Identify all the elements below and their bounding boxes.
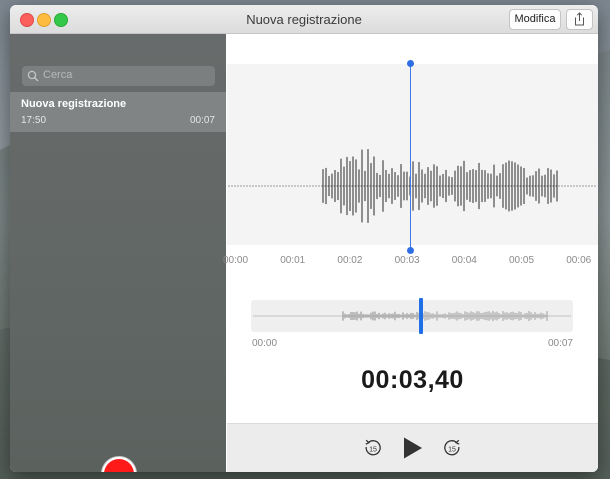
- search-field[interactable]: Cerca: [22, 66, 215, 86]
- search-icon: [27, 70, 39, 82]
- overview-playhead[interactable]: [419, 298, 423, 334]
- overview-waveform[interactable]: [251, 298, 573, 334]
- timeline-tick-label: 00:01: [280, 255, 306, 266]
- share-icon: [575, 12, 584, 26]
- edit-button[interactable]: Modifica: [509, 9, 561, 30]
- skip-forward-15-button[interactable]: 15: [442, 438, 462, 463]
- timeline-tick-label: 00:00: [223, 255, 249, 266]
- play-button[interactable]: [403, 437, 423, 464]
- playhead-handle-bottom[interactable]: [407, 247, 414, 254]
- recording-detail-panel: 00:00 00:01 00:02 00:03 00:04 00:05 00:06 00:0…: [223, 34, 598, 472]
- skip-forward-icon: 15: [444, 439, 460, 456]
- recording-list-item[interactable]: Nuova registrazione 17:50 00:07: [10, 92, 226, 132]
- current-time-display: 00:03,40: [361, 366, 464, 394]
- playhead-handle-top[interactable]: [407, 60, 414, 67]
- record-button[interactable]: [101, 456, 137, 472]
- waveform-graphic: [228, 149, 596, 223]
- skip-forward-seconds: 15: [448, 446, 456, 453]
- skip-back-15-button[interactable]: 15: [363, 438, 383, 463]
- recording-duration: 00:07: [189, 115, 215, 126]
- skip-back-seconds: 15: [369, 446, 377, 453]
- overview-end-time: 00:07: [547, 338, 573, 349]
- playback-controls: 15 15: [227, 423, 598, 472]
- play-icon: [404, 437, 422, 459]
- timeline-tick-label: 00:05: [509, 255, 535, 266]
- overview-waveform-graphic: [253, 311, 571, 321]
- playhead-line[interactable]: [410, 62, 411, 252]
- waveform-view[interactable]: [227, 64, 598, 245]
- timeline-tick-label: 00:03: [394, 255, 420, 266]
- skip-back-icon: 15: [365, 439, 381, 456]
- overview-start-time: 00:00: [252, 338, 278, 349]
- recording-name: Nuova registrazione: [21, 98, 127, 110]
- recordings-sidebar: Cerca Nuova registrazione 17:50 00:07: [10, 34, 226, 472]
- title-bar: Nuova registrazione Modifica: [10, 5, 598, 34]
- voice-memos-window: Nuova registrazione Modifica Cerca Nuova…: [10, 5, 598, 472]
- timeline-tick-label: 00:06: [566, 255, 592, 266]
- search-placeholder: Cerca: [43, 69, 73, 81]
- recording-time: 17:50: [21, 115, 47, 126]
- share-button[interactable]: [566, 9, 593, 30]
- timeline-tick-label: 00:02: [337, 255, 363, 266]
- timeline-tick-label: 00:04: [451, 255, 477, 266]
- record-icon: [104, 459, 134, 472]
